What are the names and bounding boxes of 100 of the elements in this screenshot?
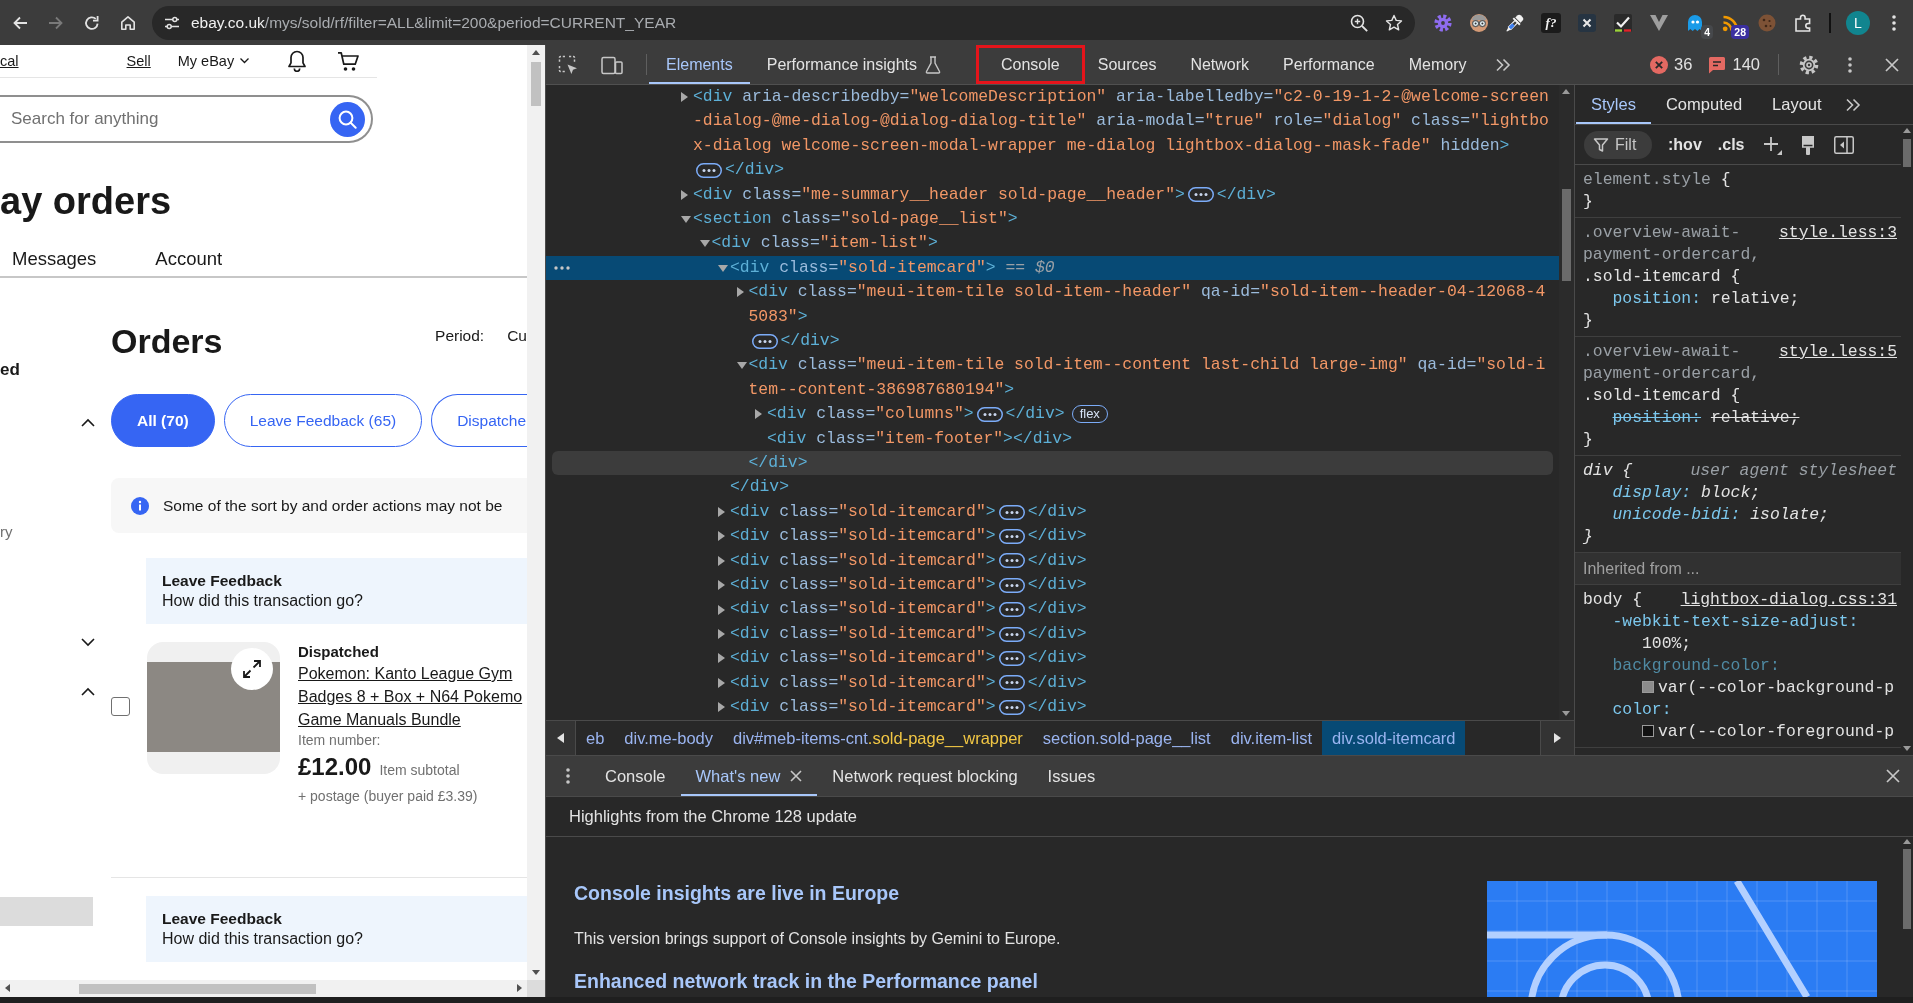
error-count-button[interactable]: 36 xyxy=(1642,45,1701,84)
ellipsis-badge-icon[interactable] xyxy=(751,333,778,349)
drawer-tab[interactable]: Network request blocking xyxy=(817,756,1033,796)
more-icon[interactable] xyxy=(1848,56,1852,73)
drawer-tab[interactable]: Console xyxy=(590,756,681,796)
filter-chip[interactable]: Dispatche xyxy=(431,394,527,447)
sidebar-toggle-icon[interactable] xyxy=(1834,135,1855,154)
article-title[interactable]: Console insights are live in Europe xyxy=(574,880,1487,906)
filter-field[interactable]: Filt xyxy=(1584,130,1652,159)
ellipsis-badge-icon[interactable] xyxy=(998,504,1025,520)
search-icon[interactable] xyxy=(330,101,365,137)
more-dots-icon[interactable] xyxy=(554,265,570,270)
close-tab-icon[interactable] xyxy=(790,770,803,782)
drawer-tab[interactable]: What's new xyxy=(680,756,818,796)
element-tag[interactable]: <div class="item-footer"> xyxy=(767,426,1013,452)
selected-row[interactable]: <div class="sold-itemcard"> == $0 xyxy=(546,255,1559,281)
vertical-scrollbar[interactable] xyxy=(527,45,545,980)
bookmark-star-icon[interactable] xyxy=(1385,13,1403,32)
css-property[interactable]: display: xyxy=(1612,483,1692,502)
nav-tab[interactable]: Messages xyxy=(12,242,97,276)
ellipsis-badge-icon[interactable] xyxy=(998,699,1025,715)
collapsed-triangle-icon[interactable] xyxy=(736,287,744,298)
breadcrumb-item[interactable]: section.sold-page__list xyxy=(1032,721,1221,755)
source-link[interactable]: style.less:3 xyxy=(1770,222,1897,244)
profile-button[interactable]: L xyxy=(1846,10,1870,35)
expanded-triangle-icon[interactable] xyxy=(699,240,710,248)
item-title-link[interactable]: Pokemon: Kanto League Gym Badges 8 + Box + N64 Pokemo Game Manuals Bundle xyxy=(298,662,527,731)
extension-button[interactable]: f? xyxy=(1541,12,1561,33)
element-tag[interactable]: <div class="meui-item-tile sold-item--header" qa-id="sold-item--header-04-12068-45083"> xyxy=(748,280,1552,330)
collapsed-triangle-icon[interactable] xyxy=(718,507,725,518)
breadcrumb-item[interactable]: div.item-list xyxy=(1220,721,1322,755)
nav-link[interactable]: Sell xyxy=(126,53,151,69)
panel-tab[interactable]: Memory xyxy=(1391,45,1484,84)
nav-link[interactable]: cal xyxy=(0,53,19,69)
paint-brush-icon[interactable] xyxy=(1800,134,1817,155)
collapsed-triangle-icon[interactable] xyxy=(718,604,725,615)
element-tag[interactable]: <div class="sold-itemcard"> xyxy=(730,524,996,549)
bell-icon[interactable] xyxy=(287,50,308,72)
collapsed-triangle-icon[interactable] xyxy=(718,629,725,640)
scroll-right-icon[interactable] xyxy=(1554,733,1561,743)
source-link[interactable]: lightbox-dialog.css:31 xyxy=(1672,589,1897,611)
sidebar-option[interactable]: ry xyxy=(0,520,111,544)
feedback-prompt[interactable]: Leave Feedback How did this transaction go? xyxy=(146,896,527,962)
collapsed-triangle-icon[interactable] xyxy=(718,531,725,542)
ellipsis-badge-icon[interactable] xyxy=(998,553,1025,569)
sidebar-tab[interactable]: Styles xyxy=(1576,85,1651,124)
hovered-row[interactable]: </div> xyxy=(552,451,1553,476)
puzzle-icon[interactable] xyxy=(1795,13,1811,32)
home-icon[interactable] xyxy=(120,14,136,31)
ellipsis-badge-icon[interactable] xyxy=(998,602,1025,618)
breadcrumb-item[interactable]: div#meb-items-cnt.sold-page__wrapper xyxy=(723,721,1033,755)
css-property[interactable]: unicode-bidi: xyxy=(1612,505,1741,524)
ghost-icon[interactable] xyxy=(1686,13,1704,32)
device-toolbar-icon[interactable] xyxy=(601,54,623,75)
reload-icon[interactable] xyxy=(84,14,100,31)
color-swatch-icon[interactable] xyxy=(1642,681,1654,693)
new-rule-plus-icon[interactable] xyxy=(1762,134,1783,155)
element-tag[interactable]: <div class="me-summary__header sold-page__header"> xyxy=(693,182,1185,207)
css-value[interactable]: relative; xyxy=(1710,408,1800,427)
sidebar-tab[interactable]: Layout xyxy=(1757,85,1837,124)
site-settings-icon[interactable] xyxy=(164,15,180,30)
chevron-up-icon[interactable] xyxy=(81,687,95,696)
v-shape-icon[interactable] xyxy=(1650,13,1668,32)
css-value[interactable]: var(--color-foreground-p xyxy=(1658,722,1895,741)
checkmark-icon[interactable] xyxy=(1614,13,1632,32)
feedback-prompt[interactable]: Leave Feedback How did this transaction go? xyxy=(146,558,527,624)
css-value[interactable]: isolate; xyxy=(1750,505,1829,524)
collapsed-triangle-icon[interactable] xyxy=(681,92,688,103)
ellipsis-badge-icon[interactable] xyxy=(998,626,1025,642)
color-swatch-icon[interactable] xyxy=(1642,725,1654,737)
filter-chip[interactable]: Leave Feedback (65) xyxy=(223,394,423,447)
account-menu-button[interactable]: My eBay xyxy=(177,53,250,69)
element-tag[interactable]: <div class="sold-itemcard"> xyxy=(730,499,996,525)
collapsed-triangle-icon[interactable] xyxy=(718,555,725,566)
element-tag[interactable]: <div class="sold-itemcard"> xyxy=(730,548,996,574)
css-property[interactable]: color: xyxy=(1612,700,1672,719)
css-value[interactable]: var(--color-background-p xyxy=(1658,678,1895,697)
scroll-left-icon[interactable] xyxy=(557,733,564,743)
panel-tab[interactable]: Network xyxy=(1173,45,1267,84)
chevron-down-icon[interactable] xyxy=(81,638,95,647)
more-tabs-icon[interactable] xyxy=(1495,57,1512,72)
drawer-tab[interactable]: Issues xyxy=(1032,756,1111,796)
period-dropdown[interactable]: Cu xyxy=(507,327,527,345)
expanded-triangle-icon[interactable] xyxy=(736,362,747,370)
element-tag[interactable]: <div aria-describedby="welcomeDescription" aria-labelledby="c2-0-19-1-2-@welcome-screen-dialog-@me-dialog-@dialog-dialog-title" aria-modal="true" role="dialog" class="lightbox-dialog welcome-screen-modal-wrapper me-dialog lightbox-dialog--mask-fade" hidden> xyxy=(693,85,1552,159)
element-tag[interactable]: <div class="sold-itemcard"> xyxy=(730,573,996,598)
toggle-button[interactable]: :hov xyxy=(1668,135,1702,154)
element-tag[interactable]: <div class="sold-itemcard"> xyxy=(730,255,996,281)
css-property[interactable]: -webkit-text-size-adjust: xyxy=(1612,612,1859,631)
back-arrow-icon[interactable] xyxy=(12,14,28,31)
css-property[interactable]: position: xyxy=(1612,408,1702,427)
zoom-icon[interactable] xyxy=(1350,13,1368,32)
ellipsis-badge-icon[interactable] xyxy=(998,675,1025,691)
more-icon[interactable] xyxy=(1892,14,1896,31)
css-value[interactable]: relative; xyxy=(1710,289,1800,308)
breadcrumb-item[interactable]: div.sold-itemcard xyxy=(1322,721,1466,755)
toggle-button[interactable]: .cls xyxy=(1717,135,1745,154)
cartoon-face-icon[interactable] xyxy=(1470,13,1488,32)
close-icon[interactable] xyxy=(1886,769,1900,783)
element-tag[interactable]: <div class="columns"> xyxy=(767,402,974,427)
